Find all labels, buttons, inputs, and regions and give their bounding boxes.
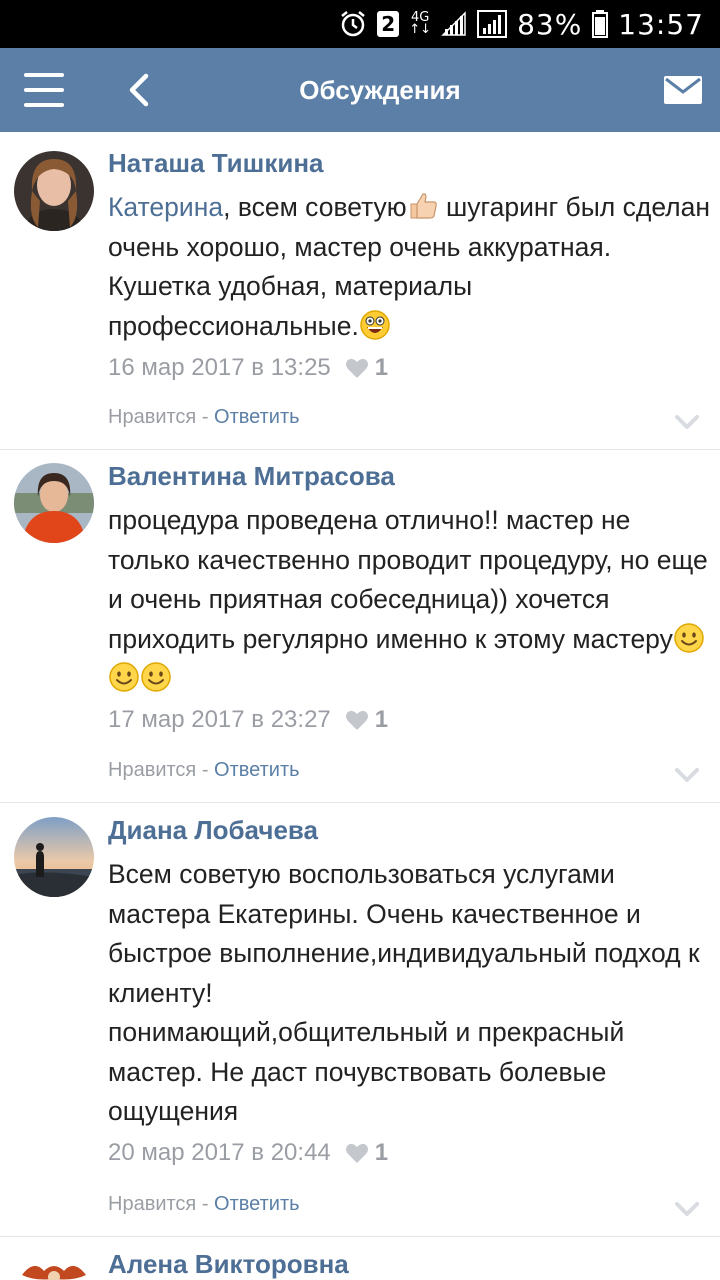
avatar[interactable] [14,463,94,543]
comment-date: 17 мар 2017 в 23:27 [108,706,331,733]
comment-author[interactable]: Наташа Тишкина [108,148,324,179]
heart-icon[interactable] [345,357,369,379]
thumbs-up-icon [410,193,437,219]
comment-date: 20 мар 2017 в 20:44 [108,1139,331,1166]
menu-icon[interactable] [24,73,64,107]
heart-icon[interactable] [345,1142,369,1164]
chevron-down-icon[interactable] [674,414,700,430]
like-count: 1 [374,706,389,733]
comment-meta: 17 мар 2017 в 23:27 1 [108,706,388,734]
like-count: 1 [374,354,389,381]
sim-icon: 2 [377,11,400,37]
comment-item: Диана Лобачева Всем советую воспользоват… [0,803,720,1237]
like-button[interactable]: Нравится [108,759,196,781]
alarm-icon [341,11,366,37]
mention-link[interactable]: Катерина [108,192,223,222]
like-count: 1 [374,1139,389,1166]
avatar[interactable] [14,1251,94,1280]
comment-meta: 20 мар 2017 в 20:44 1 [108,1139,388,1167]
app-bar: Обсуждения [0,48,720,132]
like-button[interactable]: Нравится [108,406,196,428]
comment-item: Алена Викторовна [0,1237,720,1280]
comment-actions: Нравится - Ответить [108,1193,300,1215]
like-button[interactable]: Нравится [108,1193,196,1215]
comment-feed: Наташа Тишкина Катерина, всем советую шу… [0,132,720,1280]
smiling-face-icon [674,622,704,653]
battery-percent: 83% [517,7,583,41]
smiling-face-icon [109,662,139,692]
chevron-down-icon[interactable] [674,1201,700,1217]
comment-date: 16 мар 2017 в 13:25 [108,354,331,381]
comment-author[interactable]: Валентина Митрасова [108,461,395,492]
clock: 13:57 [618,7,704,41]
reply-button[interactable]: Ответить [214,1193,300,1215]
status-bar: 2 4G ↑↓ 83% 13:57 [0,0,720,48]
comment-text: Всем советую воспользоваться услугами ма… [108,859,700,1126]
avatar[interactable] [14,817,94,897]
comment-item: Наташа Тишкина Катерина, всем советую шу… [0,132,720,450]
comment-text: Катерина, всем советую шугаринг был сдел… [108,192,711,341]
grinning-face-icon [360,309,390,340]
comment-meta: 16 мар 2017 в 13:25 1 [108,354,388,382]
signal-icon-2 [477,10,508,38]
heart-icon[interactable] [345,709,369,731]
comment-actions: Нравится - Ответить [108,759,300,781]
chevron-down-icon[interactable] [674,767,700,783]
comment-item: Валентина Митрасова процедура проведена … [0,450,720,803]
page-title: Обсуждения [299,75,461,105]
network-type: 4G ↑↓ [409,10,432,37]
reply-button[interactable]: Ответить [214,759,300,781]
comment-author[interactable]: Диана Лобачева [108,815,318,846]
avatar[interactable] [14,151,94,231]
reply-button[interactable]: Ответить [214,406,300,428]
comment-author[interactable]: Алена Викторовна [108,1249,349,1280]
mail-icon[interactable] [664,76,702,104]
smiling-face-icon [141,662,171,692]
back-icon[interactable] [124,72,154,108]
signal-icon [441,11,466,36]
comment-actions: Нравится - Ответить [108,406,300,428]
battery-icon [592,10,609,38]
comment-text: процедура проведена отлично!! мастер не … [108,501,712,699]
